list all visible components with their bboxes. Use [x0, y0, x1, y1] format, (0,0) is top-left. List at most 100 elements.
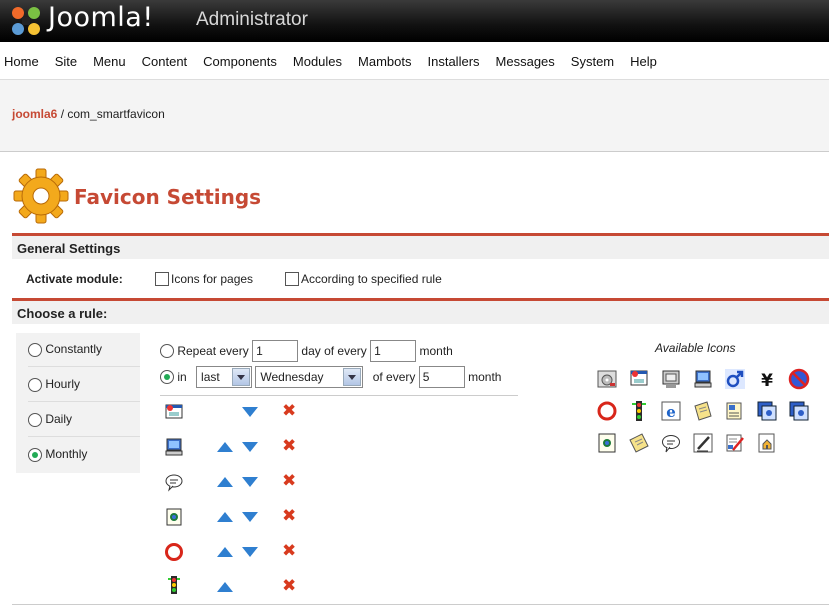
administrator-label: Administrator: [196, 9, 308, 30]
top-bar: Joomla! Administrator: [0, 0, 829, 42]
computer-icon: [165, 438, 183, 456]
delete-icon[interactable]: ✖: [282, 403, 296, 420]
breadcrumb-component: com_smartfavicon: [67, 107, 165, 121]
menu-mambots[interactable]: Mambots: [358, 54, 411, 69]
in-label: in: [177, 370, 187, 384]
rule-constantly[interactable]: Constantly: [28, 333, 140, 367]
move-up-icon[interactable]: [217, 582, 233, 592]
move-down-icon[interactable]: [242, 407, 258, 417]
available-icons-title: Available Icons: [655, 341, 736, 355]
breadcrumb-separator: /: [57, 107, 68, 121]
move-down-icon[interactable]: [242, 442, 258, 452]
according-rule-label: According to specified rule: [301, 271, 442, 286]
rule-monthly[interactable]: Monthly: [28, 438, 140, 472]
monthly-radio[interactable]: [28, 447, 42, 462]
speech-bubble-icon[interactable]: [660, 432, 682, 454]
rule-hourly[interactable]: Hourly: [28, 368, 140, 402]
internet-explorer-icon[interactable]: e: [660, 400, 682, 422]
move-down-icon[interactable]: [242, 512, 258, 522]
photo-frame-icon[interactable]: [596, 432, 618, 454]
breadcrumb: joomla6 / com_smartfavicon: [12, 107, 165, 121]
delete-icon[interactable]: ✖: [282, 473, 296, 490]
icons-for-pages-option[interactable]: Icons for pages: [155, 271, 253, 286]
main-menu: Home Site Menu Content Components Module…: [0, 42, 829, 80]
page-title: Favicon Settings: [74, 185, 262, 209]
no-entry-icon[interactable]: [788, 368, 810, 390]
home-page-icon[interactable]: [756, 432, 778, 454]
menu-content[interactable]: Content: [142, 54, 188, 69]
selected-icon-row: ✖: [160, 575, 320, 607]
move-down-icon[interactable]: [242, 547, 258, 557]
menu-help[interactable]: Help: [630, 54, 657, 69]
in-radio[interactable]: [160, 370, 174, 384]
svg-text:e: e: [666, 403, 676, 421]
joomla-wordmark: Joomla!: [48, 2, 154, 33]
windows-copy-icon[interactable]: [788, 400, 810, 422]
computer-icon[interactable]: [692, 368, 714, 390]
window-star-icon[interactable]: [628, 368, 650, 390]
constantly-label: Constantly: [45, 342, 103, 356]
repeat-every-radio[interactable]: [160, 344, 174, 358]
chevron-down-icon: [232, 368, 251, 386]
menu-home[interactable]: Home: [4, 54, 39, 69]
joomla-logo-icon: [12, 7, 40, 35]
repeat-month-input[interactable]: 1: [370, 340, 417, 362]
menu-modules[interactable]: Modules: [293, 54, 342, 69]
move-down-icon[interactable]: [242, 477, 258, 487]
cd-drive-icon[interactable]: [596, 368, 618, 390]
weekday-select[interactable]: Wednesday: [255, 366, 364, 388]
choose-rule-heading: Choose a rule:: [12, 298, 829, 324]
menu-system[interactable]: System: [571, 54, 614, 69]
delete-icon[interactable]: ✖: [282, 438, 296, 455]
in-month-input[interactable]: 5: [418, 366, 465, 388]
delete-icon[interactable]: ✖: [282, 578, 296, 595]
according-rule-checkbox[interactable]: [285, 271, 299, 286]
bottom-divider: [12, 604, 829, 605]
menu-installers[interactable]: Installers: [428, 54, 480, 69]
menu-components[interactable]: Components: [203, 54, 277, 69]
delete-icon[interactable]: ✖: [282, 543, 296, 560]
selected-icon-row: ✖: [160, 435, 320, 467]
icons-for-pages-checkbox[interactable]: [155, 271, 169, 286]
according-rule-option[interactable]: According to specified rule: [285, 271, 442, 286]
ordinal-select[interactable]: last: [196, 366, 253, 388]
red-ring-icon[interactable]: [596, 400, 618, 422]
window-star-icon: [165, 404, 183, 419]
sticky-note-icon[interactable]: [628, 432, 650, 454]
menu-site[interactable]: Site: [55, 54, 77, 69]
move-up-icon[interactable]: [217, 442, 233, 452]
rule-daily[interactable]: Daily: [28, 403, 140, 437]
breadcrumb-site-link[interactable]: joomla6: [12, 107, 57, 121]
move-up-icon[interactable]: [217, 547, 233, 557]
hourly-radio[interactable]: [28, 377, 42, 392]
day-of-every-label: day of every: [301, 344, 367, 358]
move-up-icon[interactable]: [217, 512, 233, 522]
menu-messages[interactable]: Messages: [496, 54, 555, 69]
edit-pencil-icon[interactable]: [692, 432, 714, 454]
daily-radio[interactable]: [28, 412, 42, 427]
male-symbol-icon[interactable]: [724, 368, 746, 390]
constantly-radio[interactable]: [28, 342, 42, 357]
windows-copy-icon[interactable]: [756, 400, 778, 422]
red-ring-icon: [165, 543, 183, 561]
repeat-day-input[interactable]: 1: [252, 340, 299, 362]
menu-menu[interactable]: Menu: [93, 54, 126, 69]
yen-icon[interactable]: ¥: [756, 368, 778, 390]
news-page-icon[interactable]: [724, 400, 746, 422]
chevron-down-icon: [343, 368, 362, 386]
delete-icon[interactable]: ✖: [282, 508, 296, 525]
traffic-light-icon[interactable]: [628, 400, 650, 422]
general-settings-heading: General Settings: [12, 233, 829, 259]
selected-icon-row: ✖: [160, 470, 320, 502]
gear-icon: [13, 168, 69, 224]
move-up-icon[interactable]: [217, 477, 233, 487]
icons-for-pages-label: Icons for pages: [171, 271, 254, 286]
repeat-every-label: Repeat every: [177, 344, 249, 358]
monitor-icon[interactable]: [660, 368, 682, 390]
month-label: month: [419, 344, 453, 358]
in-weekday-row: in last Wednesday of every 5 month: [160, 366, 501, 388]
edit-document-icon[interactable]: [724, 432, 746, 454]
notepad-icon[interactable]: [692, 400, 714, 422]
pathway-bar: joomla6 / com_smartfavicon: [0, 80, 829, 152]
rule-divider: [160, 395, 518, 396]
